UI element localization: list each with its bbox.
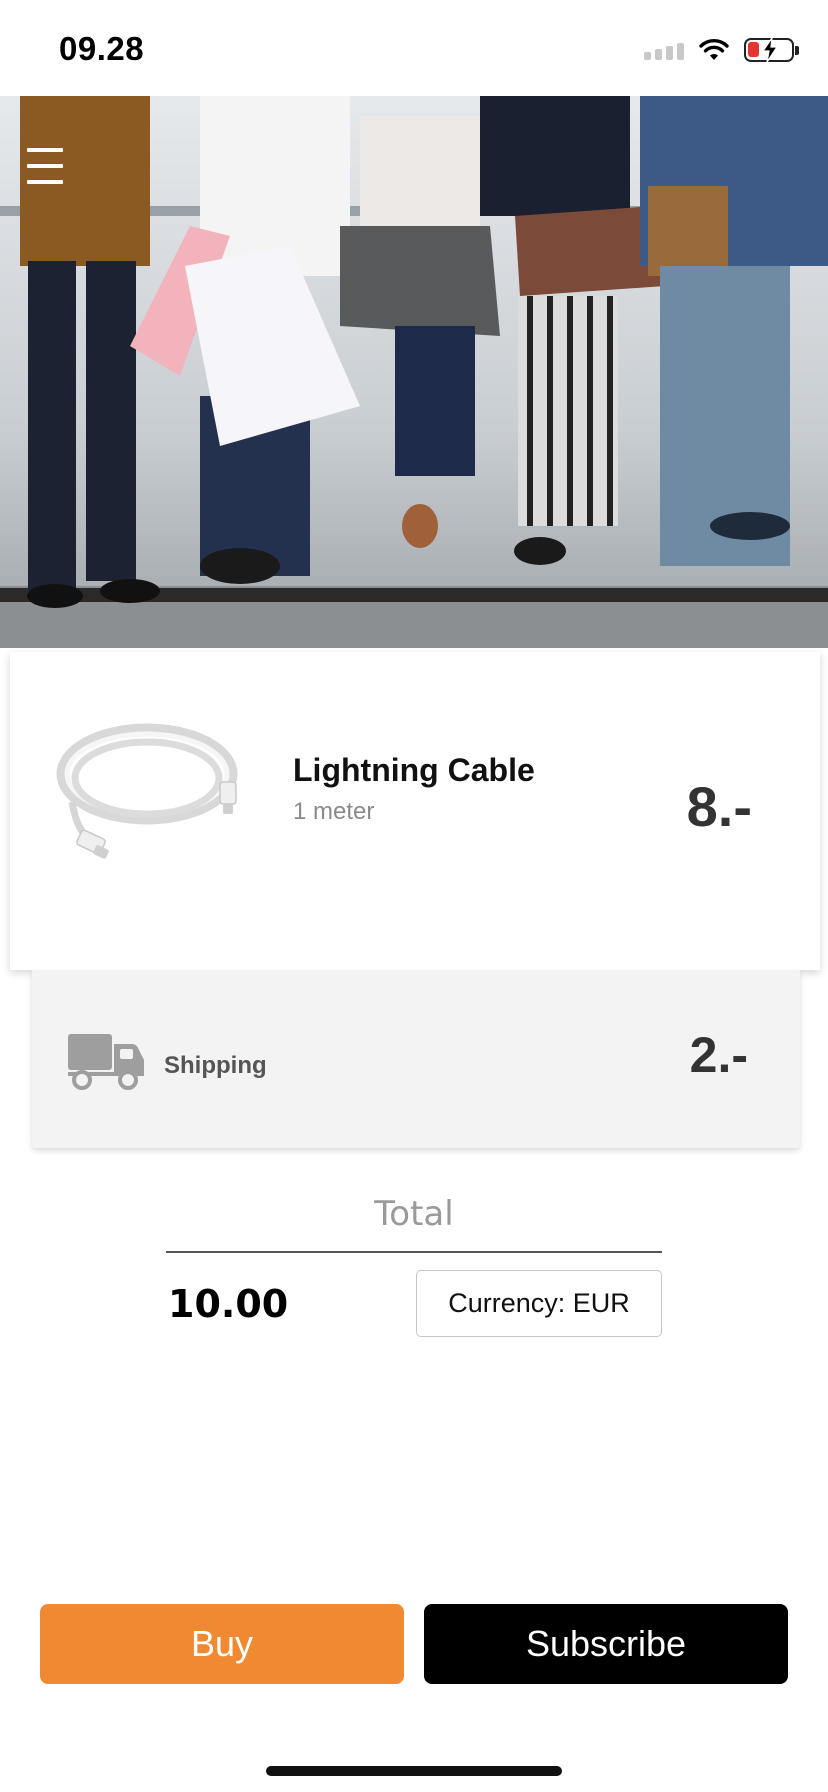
signal-icon xyxy=(644,40,684,60)
product-name: Lightning Cable xyxy=(293,752,535,788)
shipping-label: Shipping xyxy=(164,1052,267,1079)
status-icons xyxy=(644,34,799,66)
home-indicator xyxy=(266,1766,562,1776)
shipping-card: Shipping 2.- xyxy=(32,970,800,1148)
total-amount: 10.00 xyxy=(168,1282,289,1326)
hero-image xyxy=(0,96,828,648)
currency-button[interactable]: Currency: EUR xyxy=(416,1270,662,1337)
total-divider xyxy=(166,1251,662,1253)
product-variant: 1 meter xyxy=(293,798,375,825)
product-price: 8.- xyxy=(686,775,752,838)
lightning-cable-image xyxy=(56,723,238,859)
hamburger-menu-icon[interactable] xyxy=(24,146,66,186)
wifi-icon xyxy=(699,39,729,60)
subscribe-button[interactable]: Subscribe xyxy=(424,1604,788,1684)
product-card[interactable]: Lightning Cable 1 meter 8.- xyxy=(10,652,820,970)
shipping-price: 2.- xyxy=(689,1027,748,1083)
battery-charging-icon xyxy=(744,37,799,63)
status-bar: 09.28 xyxy=(0,0,828,96)
shoppers-with-bags-photo xyxy=(0,96,828,648)
truck-icon xyxy=(68,1034,144,1090)
status-time: 09.28 xyxy=(59,30,145,67)
buy-button[interactable]: Buy xyxy=(40,1604,404,1684)
total-label: Total xyxy=(374,1194,454,1234)
